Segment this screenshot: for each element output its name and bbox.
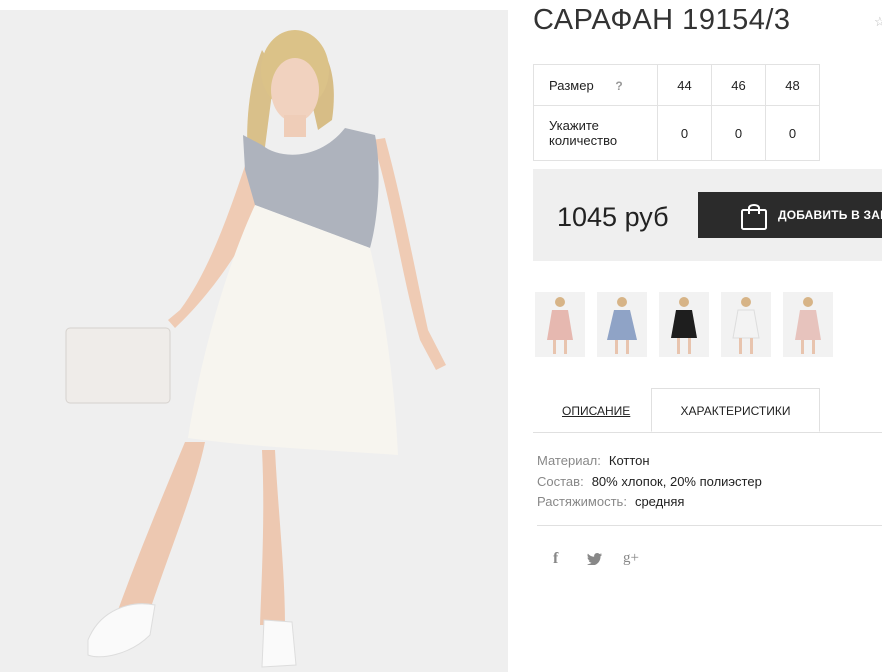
price: 1045 руб	[557, 202, 669, 232]
add-to-cart-button[interactable]: ДОБАВИТЬ В ЗАКАЗ	[698, 192, 882, 238]
characteristic-row: Материал: Коттон	[537, 451, 762, 472]
quantity-label-cell: Укажите количество	[533, 105, 658, 161]
thumbnail-image	[732, 297, 760, 354]
thumbnail-image	[607, 297, 637, 354]
characteristic-value: средняя	[634, 494, 685, 509]
quantity-input-46[interactable]: 0	[711, 105, 766, 161]
size-44: 44	[657, 64, 712, 106]
characteristic-key: Материал:	[537, 453, 601, 468]
characteristic-row: Растяжимость: средняя	[537, 492, 762, 513]
thumbnail-black[interactable]	[659, 292, 709, 357]
quantity-input-48[interactable]: 0	[765, 105, 820, 161]
shopping-bag-icon	[741, 204, 767, 230]
thumbnail-pink[interactable]	[535, 292, 585, 357]
characteristic-value: 80% хлопок, 20% полиэстер	[591, 473, 762, 489]
size-label: Размер	[549, 77, 594, 93]
twitter-icon[interactable]	[587, 552, 602, 569]
quantity-label-line-1: Укажите	[549, 118, 599, 133]
characteristic-key: Растяжимость:	[537, 494, 627, 509]
add-to-cart-label: ДОБАВИТЬ В ЗАКАЗ	[778, 208, 882, 222]
favorite-star-icon[interactable]: ☆	[874, 14, 882, 28]
tab-characteristics[interactable]: ХАРАКТЕРИСТИКИ	[651, 388, 820, 432]
size-help-icon[interactable]: ?	[615, 79, 622, 93]
thumbnail-image	[671, 297, 697, 354]
thumbnail-white[interactable]	[721, 292, 771, 357]
thumbnail-image	[547, 297, 573, 354]
product-title: САРАФАН 19154/3	[533, 4, 791, 36]
thumbnail-image	[795, 297, 821, 354]
thumbnail-blue[interactable]	[597, 292, 647, 357]
product-main-photo[interactable]	[0, 10, 508, 672]
characteristic-value: Коттон	[608, 453, 650, 468]
size-quantity-table: Размер ? 44 46 48 Укажите количество 0 0…	[533, 64, 820, 161]
model-in-dress-image	[0, 10, 508, 672]
price-panel: 1045 руб ДОБАВИТЬ В ЗАКАЗ	[533, 169, 882, 261]
quantity-input-44[interactable]: 0	[657, 105, 712, 161]
characteristic-key: Состав:	[537, 473, 584, 489]
thumbnail-rose[interactable]	[783, 292, 833, 357]
characteristic-row: Состав: 80% хлопок, 20% полиэстер	[537, 472, 762, 493]
size-46: 46	[711, 64, 766, 106]
size-header-cell: Размер ?	[533, 64, 658, 106]
twitter-bird-shape	[587, 553, 602, 566]
quantity-label-line-2: количество	[549, 133, 618, 148]
facebook-icon[interactable]: f	[553, 550, 558, 568]
size-48: 48	[765, 64, 820, 106]
tab-description[interactable]: ОПИСАНИЕ	[562, 404, 630, 418]
characteristics-divider	[537, 525, 882, 526]
characteristics-list: Материал: Коттон Состав: 80% хлопок, 20% п…	[537, 451, 762, 513]
google-plus-icon[interactable]: g+	[623, 550, 639, 567]
